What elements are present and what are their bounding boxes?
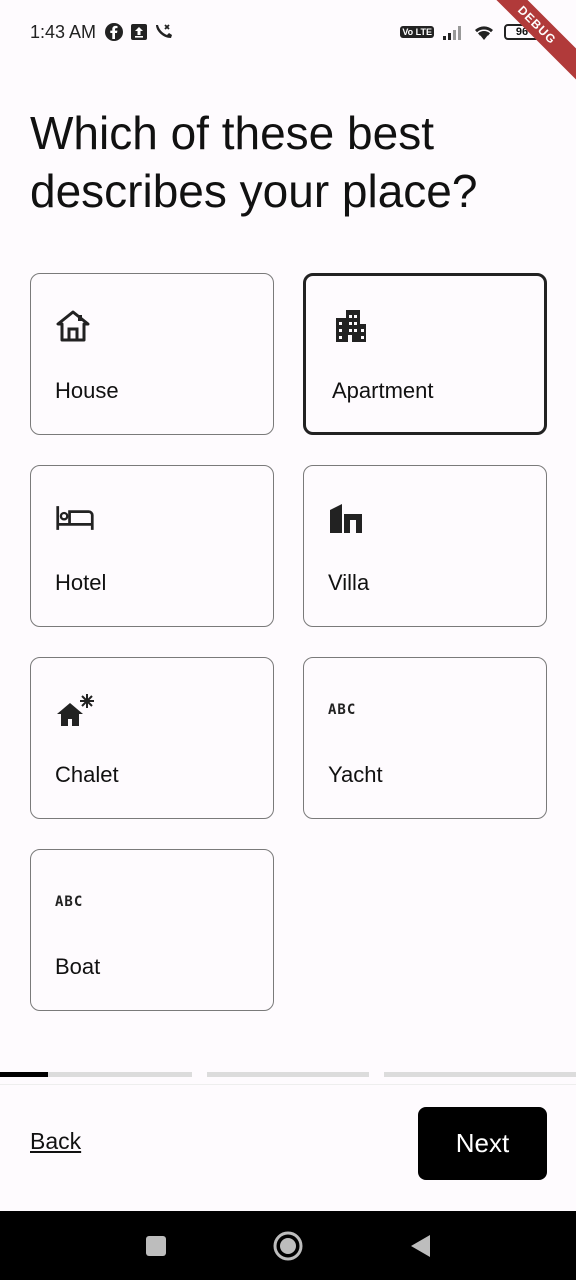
type-card-label: House [55, 378, 119, 403]
next-button[interactable]: Next [418, 1107, 547, 1180]
back-icon[interactable] [402, 1228, 438, 1264]
type-card-label: Hotel [55, 570, 107, 595]
screen: 1:43 AM Vo LTE 96 DEBUG Which of these b… [0, 0, 576, 1280]
status-bar: 1:43 AM Vo LTE 96 [0, 0, 576, 64]
progress-segment-3 [384, 1072, 576, 1077]
facebook-icon [104, 22, 124, 42]
type-card-hotel[interactable]: Hotel [30, 465, 274, 627]
recents-icon[interactable] [138, 1228, 174, 1264]
page-title: Which of these best describes your place… [30, 107, 478, 217]
progress-segment-2 [207, 1072, 369, 1077]
system-nav-bar [0, 1211, 576, 1280]
type-card-label: Yacht [328, 762, 383, 787]
status-time: 1:43 AM [30, 21, 97, 42]
home-icon[interactable] [270, 1228, 306, 1264]
type-card-label: Boat [55, 954, 101, 979]
progress-segment-1 [0, 1072, 192, 1077]
progress-fill [0, 1072, 48, 1077]
type-card-label: Villa [328, 570, 370, 595]
chalet-icon [55, 690, 95, 730]
type-card-label: Chalet [55, 762, 119, 787]
apartment-icon [332, 306, 372, 346]
house-icon [55, 306, 95, 346]
signal-icon [442, 24, 464, 40]
type-card-boat[interactable]: ABC Boat [30, 849, 274, 1011]
wifi-icon [472, 23, 496, 41]
bed-icon [55, 498, 95, 538]
type-card-chalet[interactable]: Chalet [30, 657, 274, 819]
abc-icon: ABC [328, 702, 357, 718]
volte-badge: Vo LTE [400, 26, 434, 38]
villa-icon [328, 498, 368, 538]
footer-divider [0, 1084, 576, 1085]
upload-icon [130, 23, 148, 41]
back-link[interactable]: Back [30, 1128, 81, 1155]
abc-icon: ABC [55, 894, 84, 910]
type-card-house[interactable]: House [30, 273, 274, 435]
type-card-apartment[interactable]: Apartment [303, 273, 547, 435]
type-card-label: Apartment [332, 378, 434, 403]
type-card-villa[interactable]: Villa [303, 465, 547, 627]
missed-call-icon [154, 22, 174, 42]
type-card-yacht[interactable]: ABC Yacht [303, 657, 547, 819]
